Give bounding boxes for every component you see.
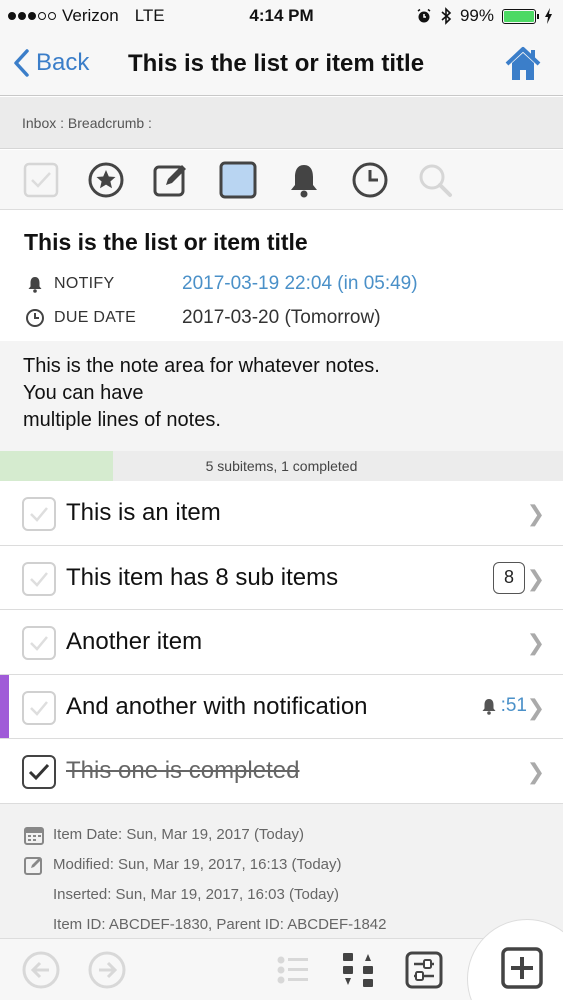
battery-fill <box>504 10 534 22</box>
search-button[interactable] <box>414 159 456 201</box>
checkmark-icon <box>30 700 48 716</box>
item-label: This is an item <box>66 499 221 526</box>
action-toolbar <box>0 150 563 210</box>
bell-icon <box>291 165 317 198</box>
complete-toggle-button[interactable] <box>20 159 62 201</box>
chevron-right-icon: ❯ <box>526 630 545 655</box>
subitem-count-badge: 8 <box>493 561 525 594</box>
sliders-icon <box>405 951 443 989</box>
sort-button[interactable] <box>338 949 380 991</box>
notification-countdown: :51 <box>500 694 527 716</box>
list-view-button[interactable] <box>272 949 314 991</box>
item-label: Another item <box>66 628 203 655</box>
nav-title: This is the list or item title <box>128 50 425 77</box>
due-date-button[interactable] <box>349 159 391 201</box>
notify-value[interactable]: 2017-03-19 22:04 (in 05:49) <box>182 273 418 295</box>
edit-icon <box>153 165 186 197</box>
add-icon[interactable] <box>501 947 543 989</box>
back-label: Back <box>36 49 90 76</box>
item-id-text: Item ID: ABCDEF-1830, Parent ID: ABCDEF-… <box>53 916 387 933</box>
note-line: You can have <box>23 382 144 404</box>
list-item[interactable]: And another with notification :51 ❯ <box>0 674 563 739</box>
calendar-icon <box>24 827 44 845</box>
item-checkbox[interactable] <box>22 626 56 660</box>
arrow-right-circle-icon <box>88 951 126 989</box>
notes-area[interactable]: This is the note area for whatever notes… <box>0 341 563 451</box>
item-header: This is the list or item title NOTIFY 20… <box>0 211 563 341</box>
navigation-bar: Back This is the list or item title <box>0 32 563 96</box>
inserted-row: Inserted: Sun, Mar 19, 2017, 16:03 (Toda… <box>0 886 563 916</box>
item-checkbox[interactable] <box>22 497 56 531</box>
item-label: This one is completed <box>66 757 300 784</box>
item-date-row: Item Date: Sun, Mar 19, 2017 (Today) <box>0 826 563 856</box>
edit-icon <box>24 857 42 875</box>
chevron-right-icon: ❯ <box>526 565 545 591</box>
list-icon <box>277 956 308 984</box>
due-date-label: DUE DATE <box>54 309 137 326</box>
item-info-panel: Item Date: Sun, Mar 19, 2017 (Today) Mod… <box>0 804 563 938</box>
checkmark-icon <box>28 763 50 781</box>
arrow-left-circle-icon <box>22 951 60 989</box>
item-date-text: Item Date: Sun, Mar 19, 2017 (Today) <box>53 826 304 843</box>
bell-icon <box>28 277 42 293</box>
due-date-value[interactable]: 2017-03-20 (Tomorrow) <box>182 307 381 329</box>
modified-row: Modified: Sun, Mar 19, 2017, 16:13 (Toda… <box>0 856 563 886</box>
checkmark-icon <box>30 636 48 651</box>
chevron-left-icon <box>14 49 29 77</box>
progress-text: 5 subitems, 1 completed <box>205 458 358 474</box>
battery-icon <box>502 8 539 24</box>
item-label: And another with notification <box>66 692 368 720</box>
notify-row[interactable]: NOTIFY 2017-03-19 22:04 (in 05:49) <box>24 273 418 295</box>
notification-indicator: :51 <box>481 695 527 717</box>
bell-icon <box>482 698 496 715</box>
list-item[interactable]: This one is completed ❯ <box>0 739 563 804</box>
subitems-progress-bar: 5 subitems, 1 completed <box>0 451 563 481</box>
battery-percent: 99% <box>459 6 494 25</box>
charging-icon <box>545 8 552 24</box>
notify-button[interactable] <box>283 159 325 201</box>
item-checkbox[interactable] <box>22 755 56 789</box>
color-button[interactable] <box>217 159 259 201</box>
due-date-row[interactable]: DUE DATE 2017-03-20 (Tomorrow) <box>24 307 381 329</box>
clock-icon <box>352 162 388 198</box>
notify-label: NOTIFY <box>54 275 115 292</box>
subitem-list: This is an item ❯ This item has 8 sub it… <box>0 481 563 804</box>
checkmark-icon <box>30 507 48 522</box>
star-button[interactable] <box>85 159 127 201</box>
star-icon <box>88 162 124 198</box>
list-item[interactable]: Another item ❯ <box>0 610 563 675</box>
alarm-icon <box>417 8 431 23</box>
settings-button[interactable] <box>403 949 445 991</box>
item-title[interactable]: This is the list or item title <box>24 229 308 256</box>
chevron-right-icon: ❯ <box>526 694 545 720</box>
home-icon[interactable] <box>503 44 543 84</box>
item-checkbox[interactable] <box>22 690 56 725</box>
back-button[interactable]: Back <box>12 48 89 78</box>
status-bar: Verizon LTE 4:14 PM 99% <box>0 0 563 32</box>
previous-button[interactable] <box>20 949 62 991</box>
edit-button[interactable] <box>150 159 192 201</box>
chevron-right-icon: ❯ <box>526 759 545 784</box>
color-square-icon <box>219 161 257 199</box>
bottom-toolbar <box>0 919 563 1000</box>
item-checkbox[interactable] <box>22 561 56 596</box>
bluetooth-icon <box>441 7 452 25</box>
checkmark-icon <box>30 571 48 587</box>
breadcrumb[interactable]: Inbox : Breadcrumb : <box>0 97 563 149</box>
clock-icon <box>26 309 44 327</box>
color-tag <box>0 674 9 738</box>
inserted-text: Inserted: Sun, Mar 19, 2017, 16:03 (Toda… <box>53 886 340 903</box>
checkbox-icon <box>23 162 59 198</box>
list-item[interactable]: This is an item ❯ <box>0 481 563 546</box>
note-line: This is the note area for whatever notes… <box>23 355 380 377</box>
item-label: This item has 8 sub items <box>66 563 339 591</box>
list-item[interactable]: This item has 8 sub items 8 ❯ <box>0 545 563 610</box>
chevron-right-icon: ❯ <box>526 501 545 526</box>
sort-icon <box>343 953 373 987</box>
modified-text: Modified: Sun, Mar 19, 2017, 16:13 (Toda… <box>53 856 342 873</box>
search-icon <box>419 164 452 197</box>
next-button[interactable] <box>86 949 128 991</box>
note-line: multiple lines of notes. <box>23 409 221 431</box>
